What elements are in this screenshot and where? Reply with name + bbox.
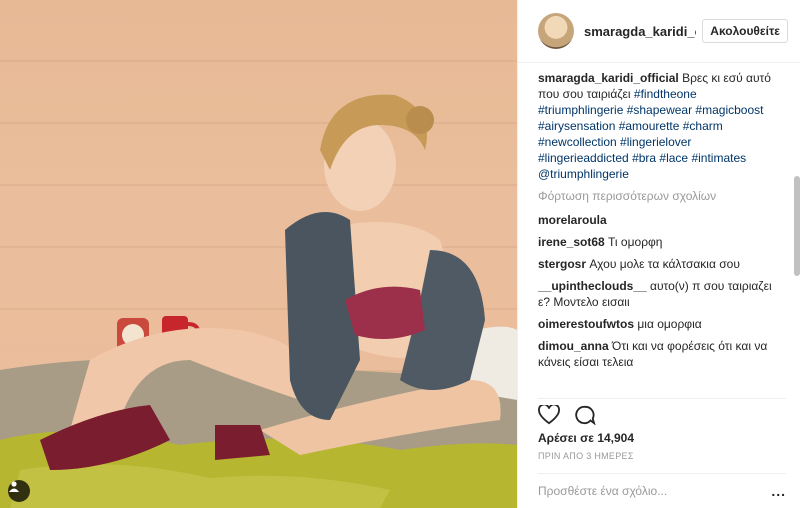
action-icons xyxy=(538,399,786,429)
comment-username[interactable]: irene_sot68 xyxy=(538,235,605,249)
comment: irene_sot68 Τι ομορφη xyxy=(538,234,786,250)
post-sidebar: smaragda_karidi_o Ακολουθείτε smaragda_k… xyxy=(517,0,800,508)
person-icon xyxy=(9,481,19,492)
following-button[interactable]: Ακολουθείτε xyxy=(702,19,788,43)
comment: stergosr Αχου μολε τα κάλτσακια σου xyxy=(538,256,786,272)
add-comment-input[interactable]: Προσθέστε ένα σχόλιο... xyxy=(538,484,667,498)
more-options-icon[interactable]: ... xyxy=(771,483,786,499)
header-username[interactable]: smaragda_karidi_o xyxy=(584,24,696,39)
post-time[interactable]: ΠΡΙΝ ΑΠΟ 3 ΗΜΕΡΕΣ xyxy=(538,451,786,461)
comment-username[interactable]: __upintheclouds__ xyxy=(538,279,647,293)
comment-username[interactable]: stergosr xyxy=(538,257,586,271)
hashtag-line-2[interactable]: #triumphlingerie #shapewear #magicboost xyxy=(538,103,763,117)
comment: morelaroula xyxy=(538,212,786,228)
avatar[interactable] xyxy=(538,13,574,49)
user-tag-button[interactable] xyxy=(8,480,30,502)
comment-text: μια ομορφια xyxy=(637,317,702,331)
comment-text: Τι ομορφη xyxy=(608,235,663,249)
likes-count[interactable]: Αρέσει σε 14,904 xyxy=(538,431,786,445)
comment: dimou_anna Ότι και να φορέσεις ότι και ν… xyxy=(538,338,786,370)
caption: smaragda_karidi_official Βρες κι εσύ αυτ… xyxy=(538,70,786,182)
add-comment-bar: Προσθέστε ένα σχόλιο... ... xyxy=(538,473,786,508)
hashtag-line-5[interactable]: #lingerieaddicted #bra #lace #intimates xyxy=(538,151,746,165)
mention[interactable]: @triumphlingerie xyxy=(538,167,629,181)
hashtag-line-3[interactable]: #airysensation #amourette #charm xyxy=(538,119,723,133)
heart-icon[interactable] xyxy=(538,405,560,425)
hashtag-line-4[interactable]: #newcollection #lingerielover xyxy=(538,135,691,149)
photo-illustration xyxy=(0,94,517,508)
caption-username[interactable]: smaragda_karidi_official xyxy=(538,71,679,85)
comment-username[interactable]: oimerestoufwtos xyxy=(538,317,634,331)
post-actions: Αρέσει σε 14,904 ΠΡΙΝ ΑΠΟ 3 ΗΜΕΡΕΣ xyxy=(538,398,786,461)
hashtag-line-1[interactable]: #findtheone xyxy=(634,87,697,101)
comment-username[interactable]: dimou_anna xyxy=(538,339,609,353)
comments-list: smaragda_karidi_official Βρες κι εσύ αυτ… xyxy=(538,70,786,394)
post-photo[interactable] xyxy=(0,0,517,508)
post-header: smaragda_karidi_o Ακολουθείτε xyxy=(518,0,800,63)
comment-icon[interactable] xyxy=(574,405,596,425)
comment: oimerestoufwtos μια ομορφια xyxy=(538,316,786,332)
comment-username[interactable]: morelaroula xyxy=(538,213,607,227)
load-more-comments[interactable]: Φόρτωση περισσότερων σχολίων xyxy=(538,188,786,204)
comments-scrollbar[interactable] xyxy=(794,176,800,276)
instagram-post: smaragda_karidi_o Ακολουθείτε smaragda_k… xyxy=(0,0,800,508)
comment-text: Αχου μολε τα κάλτσακια σου xyxy=(589,257,740,271)
comment: __upintheclouds__ αυτο(ν) π σου ταιριαζε… xyxy=(538,278,786,310)
